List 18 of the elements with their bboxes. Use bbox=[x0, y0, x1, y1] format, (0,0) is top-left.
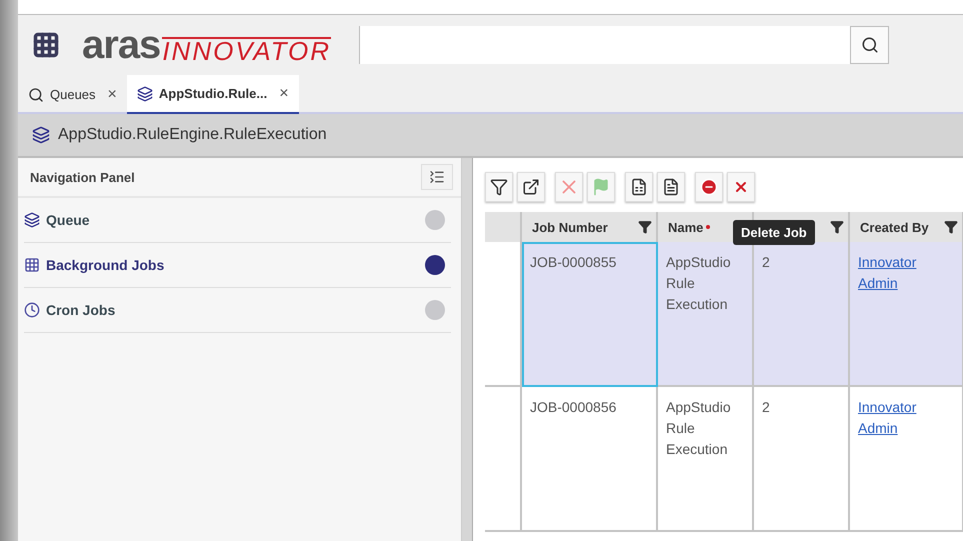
table-cell: AppStudio Rule Execution bbox=[658, 242, 754, 387]
nav-label: Background Jobs bbox=[46, 257, 164, 273]
table-cell: JOB-0000855 bbox=[522, 242, 658, 387]
tab-label: AppStudio.Rule... bbox=[158, 86, 268, 101]
tooltip: Delete Job bbox=[733, 220, 815, 245]
panel-title: Navigation Panel bbox=[30, 170, 135, 184]
table-cell: 2 bbox=[754, 387, 850, 532]
page-title: AppStudio.RuleEngine.RuleExecution bbox=[58, 126, 327, 144]
table-cell: 2 bbox=[754, 242, 850, 387]
column-label: Job Number bbox=[532, 220, 608, 234]
table-cell: AppStudio Rule Execution bbox=[658, 387, 754, 532]
nav-label: Cron Jobs bbox=[46, 302, 116, 318]
logo: arasINNOVATOR bbox=[82, 27, 332, 63]
tab-label: Queues bbox=[50, 87, 96, 102]
table-cell: JOB-0000856 bbox=[522, 387, 658, 532]
column-label: Created By bbox=[860, 220, 929, 234]
nav-label: Queue bbox=[46, 212, 90, 228]
column-label: Name bbox=[668, 220, 704, 234]
